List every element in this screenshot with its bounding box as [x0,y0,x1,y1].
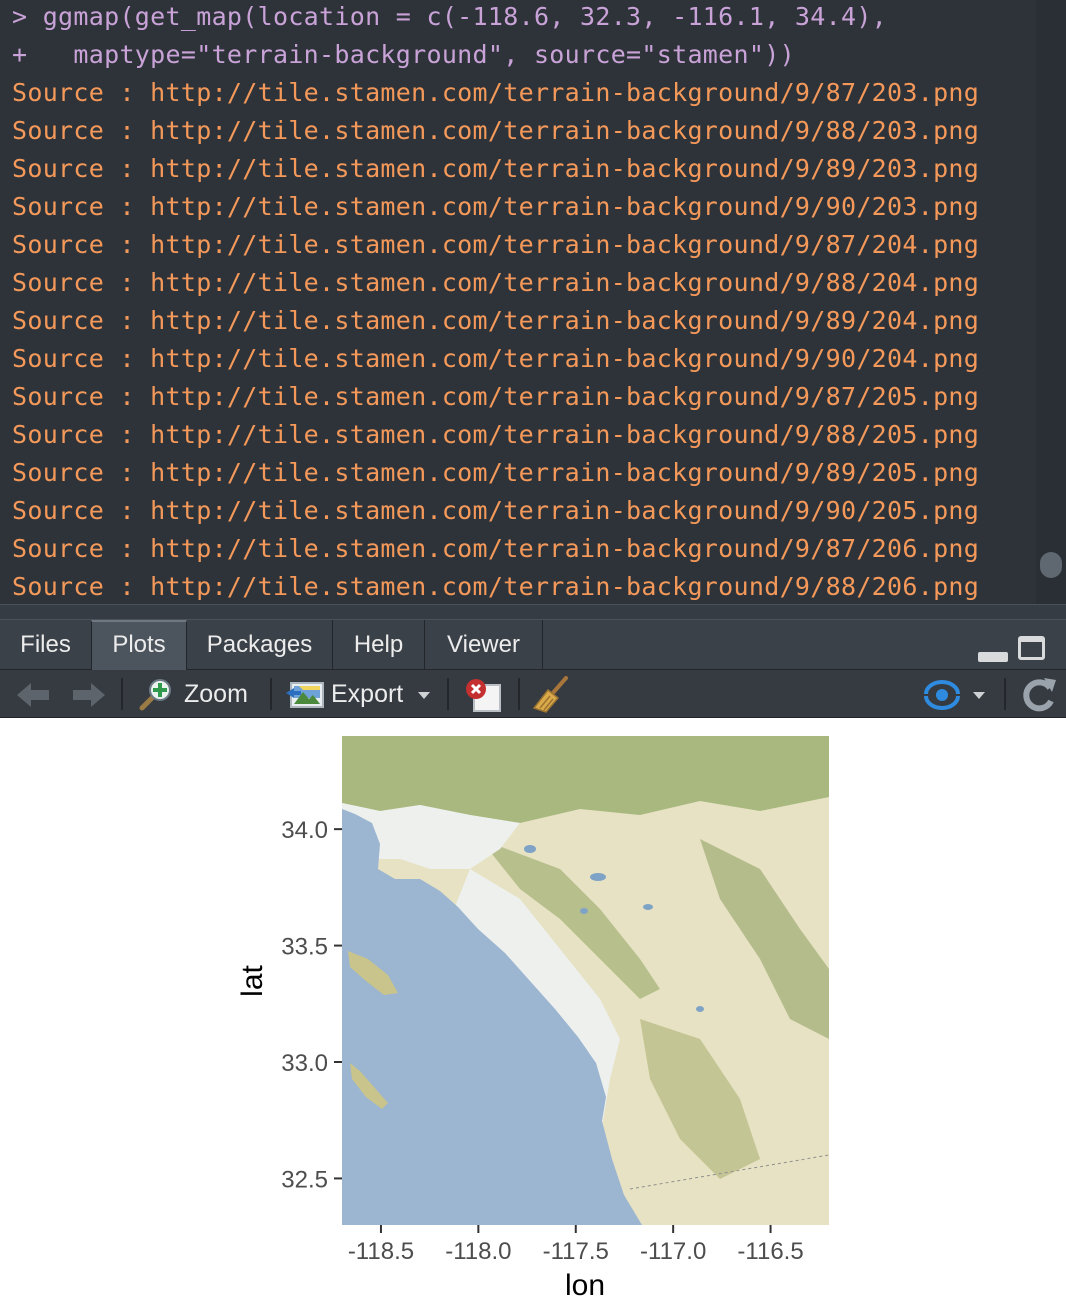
tab-plots[interactable]: Plots [91,620,187,670]
console-output-line: Source : http://tile.stamen.com/terrain-… [12,306,980,335]
toolbar-separator [447,678,449,710]
lake [580,908,588,914]
toolbar-separator [518,678,520,710]
console-output-line: Source : http://tile.stamen.com/terrain-… [12,116,980,145]
x-tick-label: -117.0 [640,1238,706,1265]
x-tick-label: -117.5 [543,1238,609,1265]
console-output-line: Source : http://tile.stamen.com/terrain-… [12,230,980,259]
toolbar-separator [121,678,123,710]
console-output-line: Source : http://tile.stamen.com/terrain-… [12,534,980,563]
x-tick-label: -118.5 [348,1238,414,1265]
broom-icon[interactable] [532,674,572,714]
pane-tab-bar: Files Plots Packages Help Viewer [0,620,1066,670]
console-output-line: Source : http://tile.stamen.com/terrain-… [12,458,980,487]
plot-viewer: -118.5 -118.0 -117.5 -117.0 -116.5 34.0 33.5 3… [0,719,1066,1312]
y-tick-label: 32.5 [281,1166,328,1193]
map-plot: -118.5 -118.0 -117.5 -117.0 -116.5 34.033.53… [236,736,829,1302]
console-output-line: Source : http://tile.stamen.com/terrain-… [12,420,980,449]
tab-viewer[interactable]: Viewer [425,620,543,670]
console-output-line: Source : http://tile.stamen.com/terrain-… [12,382,980,411]
y-tick-label: 33.5 [281,934,328,961]
console-output-line: Source : http://tile.stamen.com/terrain-… [12,344,980,373]
minimize-icon[interactable] [978,652,1008,662]
toolbar-separator [270,678,272,710]
zoom-label: Zoom [184,680,248,708]
map-panel [342,736,829,1225]
console-command-line: > ggmap(get_map(location = c(-118.6, 32.… [12,2,888,31]
image-export-icon [286,682,324,708]
publish-icon[interactable] [922,678,962,712]
y-tick-label: 33.0 [281,1050,328,1077]
console-output-line: Source : http://tile.stamen.com/terrain-… [12,572,980,601]
lake [524,845,536,853]
arrow-right-icon[interactable] [72,682,106,708]
console-output-line: Source : http://tile.stamen.com/terrain-… [12,496,980,525]
magnifier-plus-icon [139,679,171,711]
refresh-icon[interactable] [1020,676,1058,714]
console-output-line: Source : http://tile.stamen.com/terrain-… [12,268,980,297]
lake [643,904,653,910]
x-tick-label: -116.5 [737,1238,803,1265]
arrow-left-icon[interactable] [16,682,50,708]
tab-files[interactable]: Files [0,620,92,670]
console-scroll-thumb[interactable] [1040,552,1062,578]
console-output-line: Source : http://tile.stamen.com/terrain-… [12,154,980,183]
chevron-down-icon [418,692,430,699]
chevron-down-icon[interactable] [972,690,986,700]
tab-help[interactable]: Help [333,620,425,670]
x-axis: -118.5 -118.0 -117.5 -117.0 -116.5 [348,1225,804,1265]
toolbar-separator [1004,678,1006,710]
lake [590,873,606,881]
export-label: Export [331,680,404,708]
console-pane[interactable]: > ggmap(get_map(location = c(-118.6, 32.… [0,0,1066,604]
pane-splitter[interactable] [0,604,1066,620]
x-axis-title: lon [565,1269,605,1302]
console-output-line: Source : http://tile.stamen.com/terrain-… [12,78,980,107]
console-output-line: Source : http://tile.stamen.com/terrain-… [12,192,980,221]
console-command-line: + maptype="terrain-background", source="… [12,40,795,69]
lake [696,1006,704,1012]
y-axis: 34.0 33.5 33.0 32.5 [281,817,342,1193]
x-tick-label: -118.0 [445,1238,511,1265]
maximize-icon[interactable] [1018,636,1045,660]
tab-packages[interactable]: Packages [187,620,333,670]
y-tick-label: 34.0 [281,817,328,844]
console-scrollbar[interactable] [1036,0,1066,604]
y-axis-title: lat [236,964,269,996]
remove-plot-icon[interactable] [464,677,502,713]
